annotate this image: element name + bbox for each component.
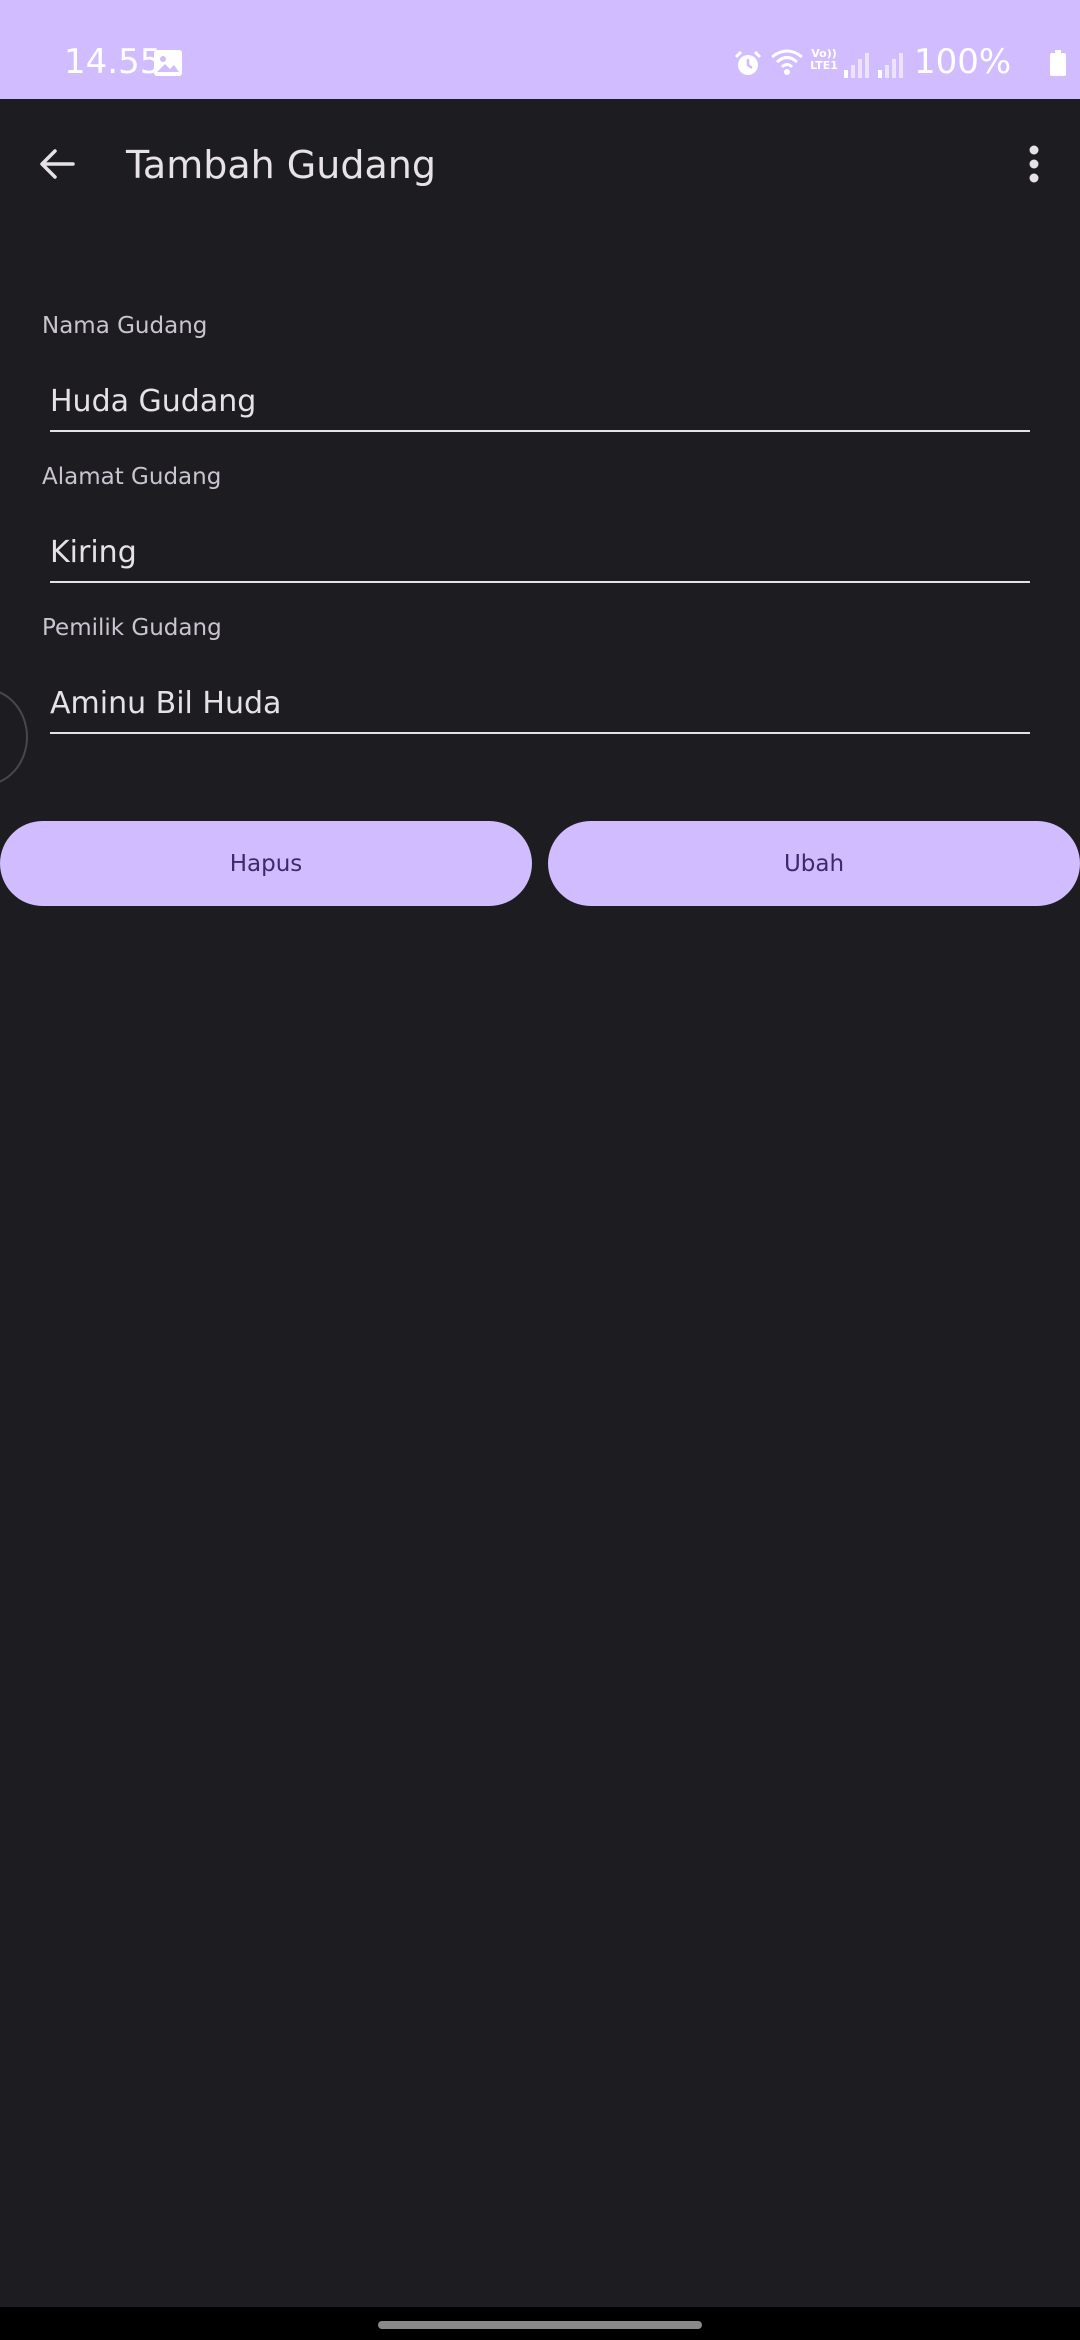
- more-vert-icon: [1029, 145, 1039, 183]
- warehouse-name-label: Nama Gudang: [42, 313, 208, 339]
- warehouse-address-field[interactable]: [50, 523, 1030, 583]
- warehouse-address-label: Alamat Gudang: [42, 464, 222, 490]
- page-title: Tambah Gudang: [126, 143, 436, 187]
- arrow-back-icon: [40, 149, 75, 179]
- battery-icon: [1050, 50, 1066, 76]
- alarm-icon: [734, 51, 762, 75]
- more-options-button[interactable]: [1010, 133, 1058, 195]
- wifi-icon: [771, 49, 803, 75]
- warehouse-owner-field[interactable]: [50, 674, 1030, 734]
- warehouse-owner-label: Pemilik Gudang: [42, 615, 222, 641]
- volte-icon: Vo)) LTE1: [810, 47, 838, 72]
- warehouse-name-field[interactable]: [50, 372, 1030, 432]
- gallery-icon: [154, 50, 182, 76]
- back-button[interactable]: [26, 133, 88, 195]
- battery-percent: 100%: [914, 42, 1012, 82]
- home-indicator[interactable]: [378, 2321, 702, 2329]
- status-bar: 14.55 Vo)) LTE1 100%: [0, 0, 1080, 99]
- signal-icon: [844, 53, 869, 78]
- update-button[interactable]: Ubah: [548, 821, 1080, 906]
- edge-panel-handle[interactable]: [0, 688, 28, 786]
- status-icons: Vo)) LTE1 100%: [720, 42, 1080, 82]
- signal-icon: [878, 53, 903, 78]
- app-bar: Tambah Gudang: [0, 99, 1080, 235]
- screen: 14.55 Vo)) LTE1 100% Tambah Gudang Nama …: [0, 0, 1080, 2340]
- navigation-bar: [0, 2307, 1080, 2340]
- delete-button[interactable]: Hapus: [0, 821, 532, 906]
- status-time: 14.55: [64, 42, 162, 82]
